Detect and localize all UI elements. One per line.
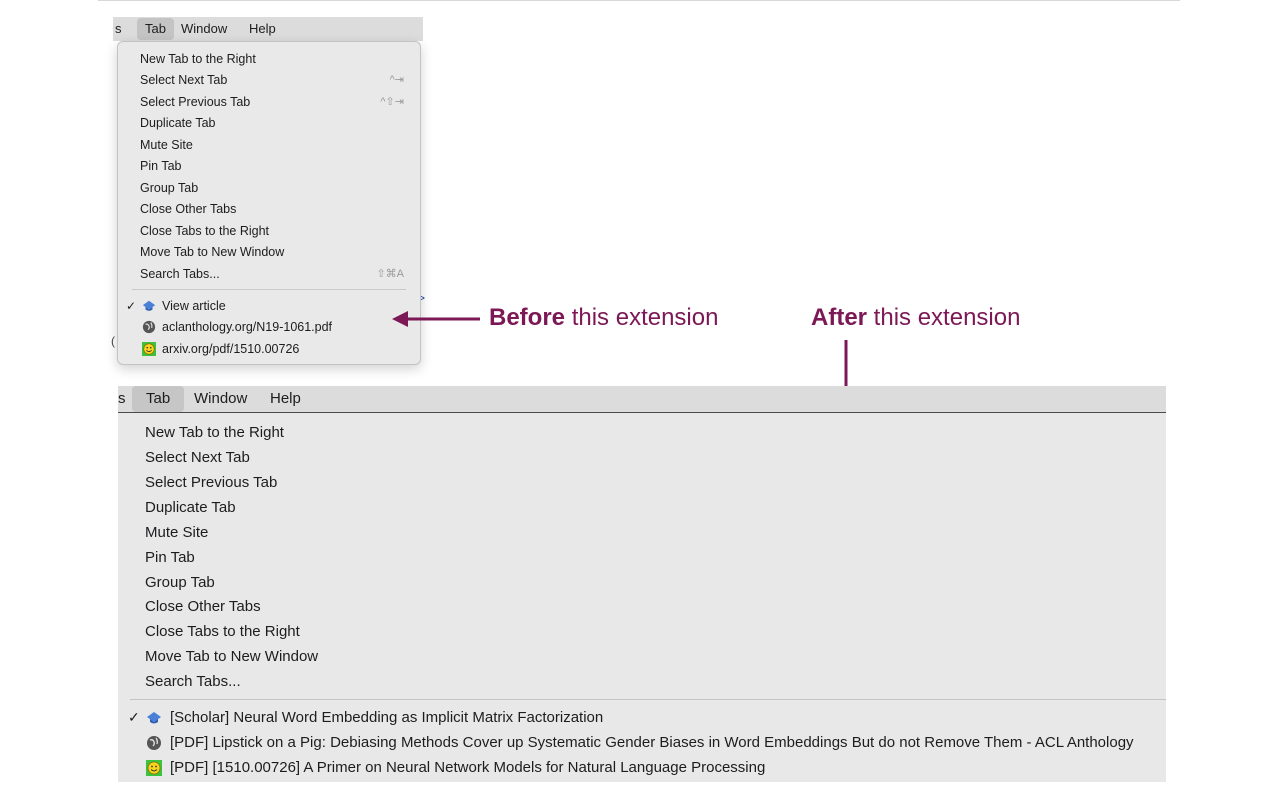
smiley-icon <box>142 342 156 356</box>
menu-item-pin-tab[interactable]: Pin Tab <box>140 156 181 176</box>
menu-item-close-other-tabs[interactable]: Close Other Tabs <box>145 594 261 619</box>
menu-separator <box>130 699 1166 700</box>
tab-item-2[interactable]: [PDF] Lipstick on a Pig: Debiasing Metho… <box>170 730 1134 755</box>
menu-item-move-tab-new-window[interactable]: Move Tab to New Window <box>145 644 318 669</box>
shortcut-select-next-tab: ^⇥ <box>389 74 404 86</box>
menu-item-close-tabs-right[interactable]: Close Tabs to the Right <box>140 221 269 241</box>
menu-separator <box>132 289 406 290</box>
menu-help[interactable]: Help <box>270 386 301 412</box>
scholar-cap-icon <box>146 710 162 726</box>
menu-item-search-tabs[interactable]: Search Tabs... <box>140 264 220 284</box>
menu-tab[interactable]: Tab <box>132 386 185 412</box>
menu-item-select-next-tab[interactable]: Select Next Tab <box>145 445 250 470</box>
top-divider <box>98 0 1180 1</box>
menu-item-new-tab-right[interactable]: New Tab to the Right <box>140 49 256 69</box>
menu-item-mute-site[interactable]: Mute Site <box>145 520 208 545</box>
tab-item-3[interactable]: [PDF] [1510.00726] A Primer on Neural Ne… <box>170 755 765 780</box>
menu-item-close-other-tabs[interactable]: Close Other Tabs <box>140 199 236 219</box>
before-menubar: s Tab Window Help <box>113 17 423 41</box>
checkmark-icon: ✓ <box>126 299 137 313</box>
menu-item-duplicate-tab[interactable]: Duplicate Tab <box>145 495 236 520</box>
before-tab-menu: New Tab to the Right Select Next Tab ^⇥ … <box>117 41 421 365</box>
menu-item-select-next-tab[interactable]: Select Next Tab <box>140 70 227 90</box>
menu-tab[interactable]: Tab <box>137 18 174 40</box>
menu-item-group-tab[interactable]: Group Tab <box>140 178 198 198</box>
menu-item-mute-site[interactable]: Mute Site <box>140 135 193 155</box>
menu-item-move-tab-new-window[interactable]: Move Tab to New Window <box>140 242 284 262</box>
menu-item-search-tabs[interactable]: Search Tabs... <box>145 669 241 694</box>
menu-window[interactable]: Window <box>181 17 227 41</box>
menubar-partial-item[interactable]: s <box>115 17 122 41</box>
menu-window[interactable]: Window <box>194 386 247 412</box>
after-tab-menu: New Tab to the Right Select Next Tab Sel… <box>118 413 1166 782</box>
shortcut-search-tabs: ⇧⌘A <box>376 268 404 280</box>
menu-item-new-tab-right[interactable]: New Tab to the Right <box>145 420 284 445</box>
after-menubar: s Tab Window Help <box>118 386 1166 413</box>
after-caption: After this extension <box>811 304 1021 331</box>
background-window-fragment: ( <box>111 334 115 348</box>
before-caption: Before this extension <box>489 304 719 331</box>
tab-item-2[interactable]: aclanthology.org/N19-1061.pdf <box>162 317 332 337</box>
before-arrow <box>392 307 482 331</box>
globe-icon <box>142 320 156 334</box>
menu-item-duplicate-tab[interactable]: Duplicate Tab <box>140 113 216 133</box>
tab-item-1[interactable]: View article <box>162 296 226 316</box>
smiley-icon <box>146 760 162 776</box>
menubar-partial-item[interactable]: s <box>118 386 126 412</box>
menu-item-select-previous-tab[interactable]: Select Previous Tab <box>145 470 277 495</box>
menu-item-close-tabs-right[interactable]: Close Tabs to the Right <box>145 619 300 644</box>
scholar-cap-icon <box>142 299 156 313</box>
menu-item-pin-tab[interactable]: Pin Tab <box>145 545 195 570</box>
menu-item-select-previous-tab[interactable]: Select Previous Tab <box>140 92 250 112</box>
globe-icon <box>146 735 162 751</box>
checkmark-icon: ✓ <box>128 709 140 725</box>
tab-item-3[interactable]: arxiv.org/pdf/1510.00726 <box>162 339 299 359</box>
tab-item-1[interactable]: [Scholar] Neural Word Embedding as Impli… <box>170 705 603 730</box>
menu-item-group-tab[interactable]: Group Tab <box>145 570 215 595</box>
menu-help[interactable]: Help <box>249 17 276 41</box>
shortcut-select-previous-tab: ^⇧⇥ <box>380 96 404 108</box>
